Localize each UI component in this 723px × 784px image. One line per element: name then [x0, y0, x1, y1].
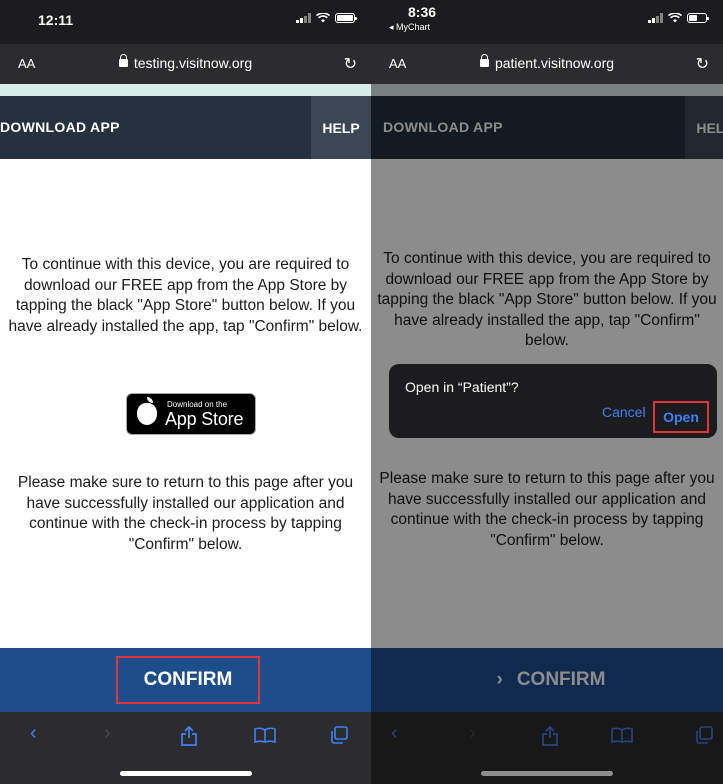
- return-instructions: Please make sure to return to this page …: [17, 474, 354, 553]
- book-icon[interactable]: [254, 727, 276, 743]
- app-store-caption: Download on the: [167, 400, 228, 409]
- status-time: 12:11: [38, 12, 74, 28]
- status-bar: 8:36 ◂ MyChart: [371, 0, 723, 44]
- chevron-right-icon[interactable]: ›: [104, 722, 111, 745]
- signal-icon: [648, 13, 663, 23]
- url-text: patient.visitnow.org: [494, 55, 615, 71]
- url-field[interactable]: testing.visitnow.org: [0, 54, 371, 71]
- app-store-label: App Store: [165, 409, 244, 429]
- home-indicator: [119, 771, 252, 776]
- browser-toolbar: ‹ ›: [0, 712, 371, 784]
- chevron-left-icon[interactable]: ‹: [30, 722, 37, 745]
- url-text: testing.visitnow.org: [133, 55, 253, 71]
- lock-icon: [118, 54, 128, 67]
- open-in-app-dialog: Open in “Patient”? Cancel Open: [389, 364, 717, 438]
- accent-strip: [0, 84, 371, 96]
- address-bar[interactable]: AA testing.visitnow.org ↻: [0, 44, 371, 84]
- signal-icon: [296, 13, 311, 23]
- app-store-button[interactable]: Download on the App Store: [126, 393, 256, 435]
- apple-icon: [137, 397, 157, 425]
- battery-icon: [335, 13, 357, 23]
- tabs-icon[interactable]: [330, 726, 348, 744]
- wifi-icon: [316, 13, 330, 23]
- download-app-link[interactable]: DOWNLOAD APP: [0, 119, 120, 135]
- left-phone-screen: 12:11 AA testing.visitnow.org ↻ DOWNLOAD…: [0, 0, 371, 784]
- help-link[interactable]: HELP: [311, 96, 371, 159]
- status-time: 8:36: [408, 4, 437, 20]
- url-field[interactable]: patient.visitnow.org: [371, 54, 723, 71]
- dialog-title: Open in “Patient”?: [405, 379, 519, 395]
- back-to-app-link[interactable]: ◂ MyChart: [389, 22, 430, 33]
- open-button[interactable]: Open: [653, 401, 709, 433]
- confirm-button[interactable]: CONFIRM: [116, 656, 260, 704]
- share-icon[interactable]: [180, 726, 198, 746]
- right-phone-screen: 8:36 ◂ MyChart AA patient.visitnow.org ↻…: [371, 0, 723, 784]
- download-instructions: To continue with this device, you are re…: [8, 256, 363, 335]
- status-icons: [296, 13, 357, 23]
- reload-icon[interactable]: ↻: [344, 54, 357, 74]
- wifi-icon: [668, 13, 682, 23]
- confirm-bar: CONFIRM: [0, 648, 371, 712]
- battery-icon: [687, 13, 709, 23]
- address-bar[interactable]: AA patient.visitnow.org ↻: [371, 44, 723, 84]
- status-bar: 12:11: [0, 0, 371, 44]
- status-icons: [648, 13, 709, 23]
- cancel-button[interactable]: Cancel: [602, 404, 646, 420]
- site-header: DOWNLOAD APP HELP: [0, 96, 371, 159]
- lock-icon: [479, 54, 489, 67]
- reload-icon[interactable]: ↻: [696, 54, 709, 74]
